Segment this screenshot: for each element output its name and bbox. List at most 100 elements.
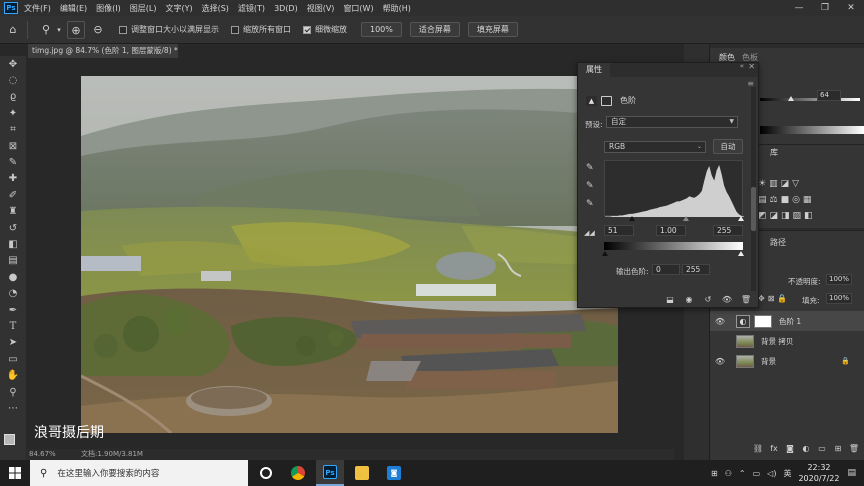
scrubby-zoom-option[interactable]: 细微缩放: [303, 24, 347, 35]
color-slider-handle[interactable]: [788, 96, 794, 101]
volume-icon[interactable]: ◁): [767, 469, 776, 478]
close-button[interactable]: ✕: [838, 0, 864, 16]
path-select-icon[interactable]: ➤: [0, 335, 26, 351]
eyedropper-tool-icon[interactable]: ✎: [0, 154, 26, 170]
foreground-color[interactable]: [4, 434, 15, 445]
fill-field[interactable]: 100%: [826, 293, 852, 304]
white-point-eyedropper-icon[interactable]: ✎: [586, 199, 596, 209]
magic-wand-icon[interactable]: ✦: [0, 105, 26, 121]
clipping-icon[interactable]: ◢◢: [584, 229, 595, 237]
menu-help[interactable]: 帮助(H): [383, 3, 411, 14]
new-layer-icon[interactable]: ⊞: [832, 444, 844, 456]
photo-canvas[interactable]: [81, 76, 618, 433]
view-previous-icon[interactable]: ◉: [683, 295, 695, 305]
file-explorer-app[interactable]: [348, 460, 376, 486]
ime-icon[interactable]: 英: [783, 468, 791, 479]
visibility-eye-icon[interactable]: 👁: [721, 295, 733, 305]
layer-row[interactable]: 👁 背景 🔒: [710, 351, 864, 371]
photoshop-app[interactable]: Ps: [316, 460, 344, 486]
reset-icon[interactable]: ↺: [702, 295, 714, 305]
tab-libraries[interactable]: 库: [770, 147, 778, 158]
preset-select[interactable]: 自定 ▼: [606, 116, 738, 128]
adjustment-icons-row3[interactable]: ◩◪◨▨◧: [758, 211, 816, 221]
layer-mask-thumbnail[interactable]: [754, 314, 772, 328]
chevron-down-icon[interactable]: ▾: [55, 21, 63, 39]
eraser-tool-icon[interactable]: ◧: [0, 236, 26, 252]
color-value-field[interactable]: 64: [817, 90, 841, 101]
menu-image[interactable]: 图像(I): [96, 3, 121, 14]
visibility-eye-icon[interactable]: 👁: [714, 317, 726, 326]
gray-point-eyedropper-icon[interactable]: ✎: [586, 181, 596, 191]
properties-header[interactable]: 属性 « ✕: [578, 62, 758, 77]
folder-icon[interactable]: ▭: [816, 444, 828, 456]
restore-button[interactable]: ❐: [812, 0, 838, 16]
fit-screen-button[interactable]: 适合屏幕: [409, 22, 460, 37]
layer-name[interactable]: 背景: [761, 356, 776, 367]
cortana-button[interactable]: [252, 460, 280, 486]
black-point-eyedropper-icon[interactable]: ✎: [586, 163, 596, 173]
taskbar-search[interactable]: ⚲ 在这里输入你要搜索的内容: [30, 460, 248, 486]
resize-windows-option[interactable]: 调整窗口大小以满屏显示: [119, 24, 219, 35]
fx-icon[interactable]: fx: [768, 444, 780, 456]
zoom-all-checkbox[interactable]: [231, 25, 239, 34]
move-tool-icon[interactable]: ✥: [0, 56, 26, 72]
frame-tool-icon[interactable]: ⊠: [0, 138, 26, 154]
minimize-button[interactable]: —: [786, 0, 812, 16]
gray-ramp[interactable]: [760, 126, 864, 134]
status-zoom[interactable]: 84.67%: [29, 449, 56, 460]
crop-tool-icon[interactable]: ⌗: [0, 122, 26, 138]
scrubby-zoom-checkbox[interactable]: [303, 25, 311, 34]
marquee-tool-icon[interactable]: ◌: [0, 72, 26, 88]
people-icon[interactable]: ⚇: [725, 469, 732, 478]
menu-select[interactable]: 选择(S): [202, 3, 229, 14]
clip-to-layer-icon[interactable]: ⬓: [664, 295, 676, 305]
fill-screen-button[interactable]: 填充屏幕: [467, 22, 518, 37]
zoom-100-button[interactable]: 100%: [361, 22, 402, 37]
adjustment-icon[interactable]: ◐: [800, 444, 812, 456]
zoom-tool-icon[interactable]: ⚲: [37, 21, 55, 39]
brush-tool-icon[interactable]: ✐: [0, 187, 26, 203]
document-tab[interactable]: timg.jpg @ 84.7% (色阶 1, 图层蒙版/8) *: [28, 44, 178, 58]
menu-type[interactable]: 文字(Y): [165, 3, 192, 14]
layer-row[interactable]: 背景 拷贝: [710, 331, 864, 351]
network-icon[interactable]: ▭: [753, 469, 761, 478]
rectangle-tool-icon[interactable]: ▭: [0, 351, 26, 367]
mask-icon[interactable]: ◙: [784, 444, 796, 456]
collapse-icon[interactable]: «: [740, 62, 744, 70]
color-slider[interactable]: [760, 98, 860, 101]
color-swatches[interactable]: [4, 434, 22, 452]
zoom-out-icon[interactable]: ⊖: [89, 21, 107, 39]
input-gamma-slider[interactable]: [683, 216, 689, 221]
notification-icon[interactable]: ▤: [847, 468, 856, 478]
menu-window[interactable]: 窗口(W): [343, 3, 373, 14]
trash-icon[interactable]: 🗑: [848, 444, 860, 456]
pen-tool-icon[interactable]: ✒: [0, 302, 26, 318]
home-icon[interactable]: ⌂: [4, 21, 22, 39]
lasso-tool-icon[interactable]: ϱ: [0, 89, 26, 105]
adjustment-icons-row1[interactable]: ☀▥◪▽: [758, 179, 802, 189]
channel-select[interactable]: RGB ⌄: [604, 141, 706, 153]
layer-row[interactable]: 👁 ◐ 色阶 1: [710, 311, 864, 331]
input-black-slider[interactable]: [629, 216, 635, 221]
task-view-icon[interactable]: ⊞: [711, 469, 718, 478]
input-gamma-field[interactable]: 1.00: [656, 225, 686, 236]
layer-name[interactable]: 背景 拷贝: [761, 336, 793, 347]
blur-tool-icon[interactable]: ●: [0, 269, 26, 285]
output-white-field[interactable]: 255: [682, 264, 710, 275]
resize-windows-checkbox[interactable]: [119, 25, 127, 34]
menu-3d[interactable]: 3D(D): [274, 4, 298, 13]
visibility-eye-icon[interactable]: 👁: [714, 357, 726, 366]
dodge-tool-icon[interactable]: ◔: [0, 285, 26, 301]
auto-button[interactable]: 自动: [713, 139, 743, 154]
healing-brush-icon[interactable]: ✚: [0, 171, 26, 187]
chrome-app[interactable]: [284, 460, 312, 486]
levels-icon[interactable]: ▲: [586, 95, 597, 106]
link-icon[interactable]: ⛓: [752, 444, 764, 456]
menu-filter[interactable]: 滤镜(T): [238, 3, 265, 14]
properties-scrollbar[interactable]: [751, 87, 756, 291]
adjustment-icons-row2[interactable]: ▤⚖■◎▦: [758, 195, 814, 205]
trash-icon[interactable]: 🗑: [740, 295, 752, 305]
opacity-field[interactable]: 100%: [826, 274, 852, 285]
mask-icon[interactable]: [601, 95, 612, 106]
input-white-slider[interactable]: [738, 216, 744, 221]
